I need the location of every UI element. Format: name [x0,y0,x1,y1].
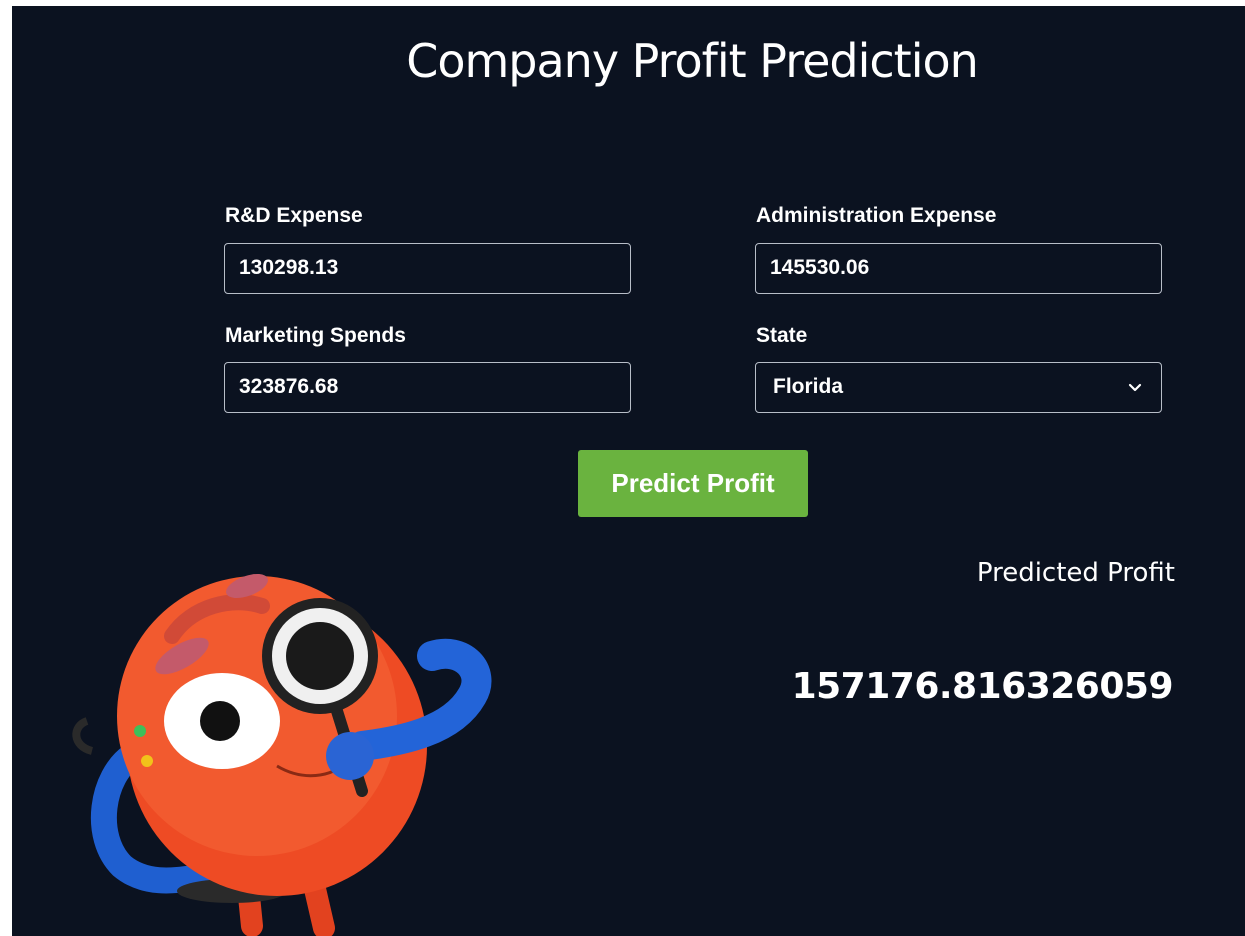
admin-expense-label: Administration Expense [756,204,997,227]
app-window: Company Profit Prediction R&D Expense 13… [12,6,1245,936]
admin-expense-input[interactable]: 145530.06 [755,243,1162,294]
rd-expense-value: 130298.13 [239,256,339,279]
predicted-profit-value: 157176.816326059 [791,666,1174,707]
state-select[interactable]: Florida [755,362,1162,413]
page-title: Company Profit Prediction [406,34,979,88]
state-label: State [756,324,808,347]
rd-expense-label: R&D Expense [225,204,363,227]
predict-profit-button[interactable]: Predict Profit [578,450,808,517]
rd-expense-input[interactable]: 130298.13 [224,243,631,294]
marketing-spends-label: Marketing Spends [225,324,406,347]
predicted-profit-label: Predicted Profit [976,558,1175,588]
admin-expense-value: 145530.06 [770,256,870,279]
magnifier-mascot-illustration [72,573,492,936]
marketing-spends-input[interactable]: 323876.68 [224,362,631,413]
marketing-spends-value: 323876.68 [239,375,339,398]
chevron-down-icon [1128,383,1142,392]
state-selected-value: Florida [773,375,844,398]
